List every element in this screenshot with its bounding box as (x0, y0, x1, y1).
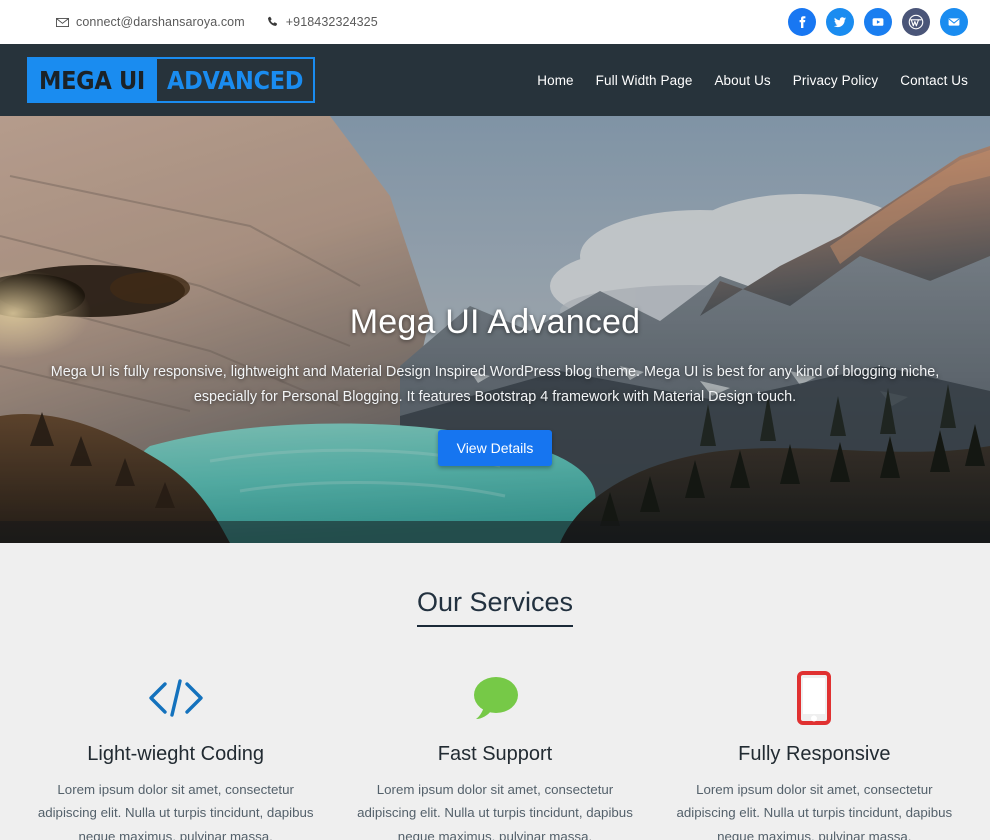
hero-title: Mega UI Advanced (349, 302, 641, 341)
site-logo[interactable]: Mega UI Advanced (27, 57, 316, 103)
facebook-icon[interactable] (788, 8, 816, 36)
contact-info: connect@darshansaroya.com +918432324325 (56, 15, 378, 29)
nav-item-full-width-page[interactable]: Full Width Page (596, 73, 693, 88)
hero-banner: Mega UI Advanced Mega UI is fully respon… (0, 116, 990, 543)
nav-item-home[interactable]: Home (537, 73, 573, 88)
phone-icon (267, 16, 279, 28)
email-address: connect@darshansaroya.com (76, 15, 245, 29)
nav-item-privacy-policy[interactable]: Privacy Policy (793, 73, 878, 88)
service-title: Fully Responsive (738, 743, 891, 765)
service-card-coding: Light-wieght Coding Lorem ipsum dolor si… (16, 667, 335, 840)
view-details-button[interactable]: View Details (437, 430, 553, 467)
services-heading-underline: Our Services (416, 587, 574, 627)
hero-content: Mega UI Advanced Mega UI is fully respon… (0, 116, 990, 543)
service-text: Lorem ipsum dolor sit amet, consectetur … (357, 782, 633, 840)
phone-contact[interactable]: +918432324325 (267, 15, 378, 29)
hero-description: Mega UI is fully responsive, lightweight… (50, 363, 940, 405)
phone-number: +918432324325 (285, 15, 378, 29)
email-contact[interactable]: connect@darshansaroya.com (56, 15, 245, 29)
logo-text-secondary: Advanced (154, 59, 314, 101)
service-card-support: Fast Support Lorem ipsum dolor sit amet,… (335, 667, 654, 840)
code-icon (30, 667, 321, 729)
social-links (788, 8, 968, 36)
envelope-icon (56, 16, 69, 29)
services-heading: Our Services (416, 587, 574, 617)
tablet-icon (669, 667, 960, 729)
services-section: Our Services Light-wieght Coding Lorem i… (0, 543, 990, 840)
service-text: Lorem ipsum dolor sit amet, consectetur … (37, 782, 314, 840)
site-header: Mega UI Advanced Home Full Width Page Ab… (0, 44, 990, 116)
service-text: Lorem ipsum dolor sit amet, consectetur … (676, 782, 953, 840)
service-card-responsive: Fully Responsive Lorem ipsum dolor sit a… (655, 667, 974, 840)
service-title: Fast Support (437, 743, 553, 765)
service-title: Light-wieght Coding (87, 743, 265, 765)
services-heading-wrap: Our Services (0, 587, 990, 627)
main-navigation: Home Full Width Page About Us Privacy Po… (537, 73, 968, 88)
logo-text-primary: Mega UI (29, 59, 155, 101)
email-social-icon[interactable] (940, 8, 968, 36)
youtube-icon[interactable] (864, 8, 892, 36)
top-utility-bar: connect@darshansaroya.com +918432324325 (0, 0, 990, 44)
twitter-icon[interactable] (826, 8, 854, 36)
nav-item-contact-us[interactable]: Contact Us (900, 73, 968, 88)
speech-bubble-icon (349, 667, 640, 729)
wordpress-icon[interactable] (902, 8, 930, 36)
nav-item-about-us[interactable]: About Us (714, 73, 770, 88)
services-cards: Light-wieght Coding Lorem ipsum dolor si… (0, 667, 990, 840)
